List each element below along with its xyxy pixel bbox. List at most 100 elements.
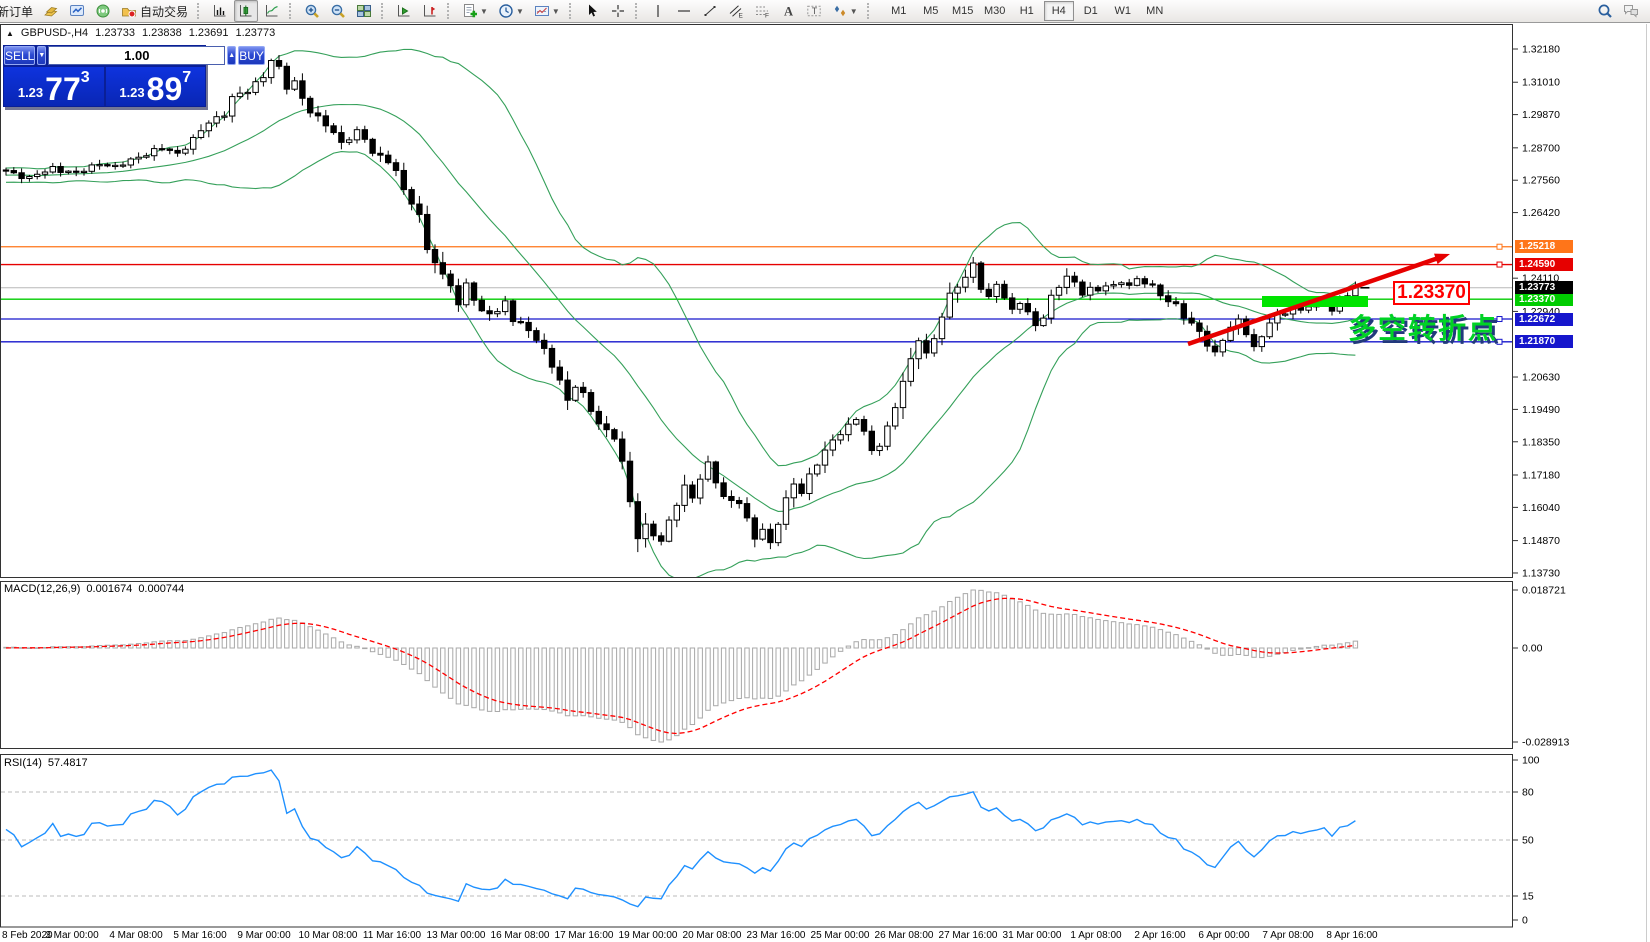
price-badge-1.23370: 1.23370 (1515, 292, 1573, 306)
toolbar-separator (634, 3, 641, 19)
timeframe-h4[interactable]: H4 (1043, 1, 1074, 21)
svg-text:-0.028913: -0.028913 (1522, 737, 1569, 749)
trend-arrow-head[interactable] (1434, 253, 1450, 265)
timeframe-m15[interactable]: M15 (948, 1, 978, 21)
time-axis-label: 10 Mar 08:00 (299, 930, 358, 941)
sell-price-big: 77 (45, 71, 81, 107)
main-pane (1, 48, 1512, 577)
toolbar-separator (381, 3, 387, 19)
one-click-trade-panel: SELL ▼ ▲ BUY 1.23 77 3 1.23 89 7 (3, 45, 265, 107)
svg-text:1.19490: 1.19490 (1522, 404, 1560, 416)
ohlc-close: 1.23773 (235, 27, 276, 39)
svg-text:1.13730: 1.13730 (1522, 567, 1560, 579)
broadcast-icon[interactable] (91, 0, 115, 22)
svg-text:T: T (812, 6, 818, 16)
macd-indicator-label: MACD(12,26,9) 0.001674 0.000744 (4, 583, 184, 595)
horizontal-line-icon[interactable] (672, 0, 696, 22)
bollinger-middle-line (5, 103, 1356, 512)
channel-icon[interactable]: E (724, 0, 748, 22)
time-axis-label: 9 Mar 00:00 (237, 930, 291, 941)
autotrade-button[interactable]: 自动交易 (117, 0, 192, 22)
buy-button[interactable]: BUY (238, 46, 265, 65)
templates-button[interactable]: ▼ (530, 0, 564, 22)
tile-windows-icon[interactable] (352, 0, 376, 22)
periods-button[interactable]: ▼ (494, 0, 528, 22)
auto-scroll-icon[interactable] (392, 0, 416, 22)
volume-decrease-button[interactable]: ▼ (37, 46, 47, 65)
crosshair-icon[interactable] (606, 0, 630, 22)
macd-signal-line (5, 597, 1356, 735)
timeframe-m5[interactable]: M5 (916, 1, 946, 21)
chart-canvas[interactable]: 1.32180 1.31010 1.29870 1.28700 1.27560 1.264… (0, 0, 1650, 942)
time-axis-label: 19 Mar 00:00 (619, 930, 678, 941)
last-price-dash (1360, 286, 1370, 289)
price-badge-1.24590: 1.24590 (1515, 258, 1573, 272)
zoom-in-icon[interactable] (300, 0, 324, 22)
trendline-icon[interactable] (698, 0, 722, 22)
chart-shift-icon[interactable] (418, 0, 442, 22)
svg-text:A: A (784, 5, 793, 19)
toolbar-separator (289, 3, 295, 19)
sell-price-display[interactable]: 1.23 77 3 (4, 67, 104, 106)
time-axis-label: 16 Mar 08:00 (491, 930, 550, 941)
current-price-badge: 1.23773 (1515, 281, 1573, 295)
svg-text:1.18350: 1.18350 (1522, 436, 1560, 448)
cursor-icon[interactable] (580, 0, 604, 22)
timeframe-m1[interactable]: M1 (884, 1, 914, 21)
timeframe-m30[interactable]: M30 (980, 1, 1010, 21)
svg-text:0: 0 (1522, 915, 1528, 927)
line-chart-icon[interactable] (260, 0, 284, 22)
svg-text:1.14870: 1.14870 (1522, 535, 1560, 547)
svg-text:15: 15 (1522, 891, 1534, 903)
symbol-name: GBPUSD-,H4 (20, 27, 89, 39)
svg-text:1.20630: 1.20630 (1522, 372, 1560, 384)
sell-button[interactable]: SELL (4, 46, 36, 65)
volume-input[interactable] (48, 46, 226, 65)
text-label-icon[interactable]: T (802, 0, 826, 22)
ohlc-low: 1.23691 (188, 27, 229, 39)
svg-text:100: 100 (1522, 755, 1540, 767)
new-order-button[interactable]: 新订单 (0, 0, 37, 22)
toolbar-separator (866, 3, 873, 19)
fibonacci-icon[interactable]: F (750, 0, 774, 22)
hline-handle-1.25218[interactable] (1496, 243, 1503, 250)
candlestick-series (2, 55, 1359, 553)
timeframe-d1[interactable]: D1 (1076, 1, 1106, 21)
timeframe-mn[interactable]: MN (1140, 1, 1170, 21)
timeframe-h1[interactable]: H1 (1012, 1, 1042, 21)
arrows-icon[interactable]: ▼ (828, 0, 862, 22)
macd-signal-value: 0.000744 (138, 583, 185, 595)
search-icon[interactable] (1593, 0, 1617, 22)
toolbar-separator (568, 3, 575, 19)
hline-handle-1.24590[interactable] (1496, 261, 1503, 268)
ohlc-open: 1.23733 (95, 27, 135, 39)
ohlc-high: 1.23838 (141, 27, 182, 39)
time-axis-label: 25 Mar 00:00 (811, 930, 870, 941)
order-history-icon[interactable] (39, 0, 63, 22)
time-axis-label: 31 Mar 00:00 (1003, 930, 1062, 941)
vertical-line-icon[interactable] (646, 0, 670, 22)
volume-increase-button[interactable]: ▲ (227, 46, 237, 65)
svg-text:1.28700: 1.28700 (1522, 142, 1560, 154)
time-axis-label: 23 Mar 16:00 (747, 930, 806, 941)
terminal-icon[interactable] (65, 0, 89, 22)
buy-price-display[interactable]: 1.23 89 7 (105, 67, 205, 106)
toolbar-separator (447, 3, 453, 19)
time-axis-label: 27 Mar 16:00 (939, 930, 998, 941)
annotation-note-text[interactable]: 多空转折点 (1348, 307, 1498, 347)
timeframe-w1[interactable]: W1 (1108, 1, 1138, 21)
svg-text:1.27560: 1.27560 (1522, 175, 1560, 187)
svg-text:E: E (738, 13, 743, 20)
candlestick-chart-icon[interactable] (234, 0, 259, 22)
rsi-pane (1, 769, 1512, 908)
price-callout-box[interactable]: 1.23370 (1393, 281, 1470, 305)
text-icon[interactable]: A (776, 0, 800, 22)
zoom-out-icon[interactable] (326, 0, 350, 22)
time-axis-label: 2 Apr 16:00 (1134, 930, 1186, 941)
chat-icon[interactable] (1619, 0, 1643, 22)
bar-chart-icon[interactable] (208, 0, 232, 22)
indicators-button[interactable]: ▼ (458, 0, 492, 22)
rsi-name: RSI(14) (4, 757, 42, 769)
rsi-pane-frame (0, 754, 1513, 928)
time-axis-label: 20 Mar 08:00 (683, 930, 742, 941)
